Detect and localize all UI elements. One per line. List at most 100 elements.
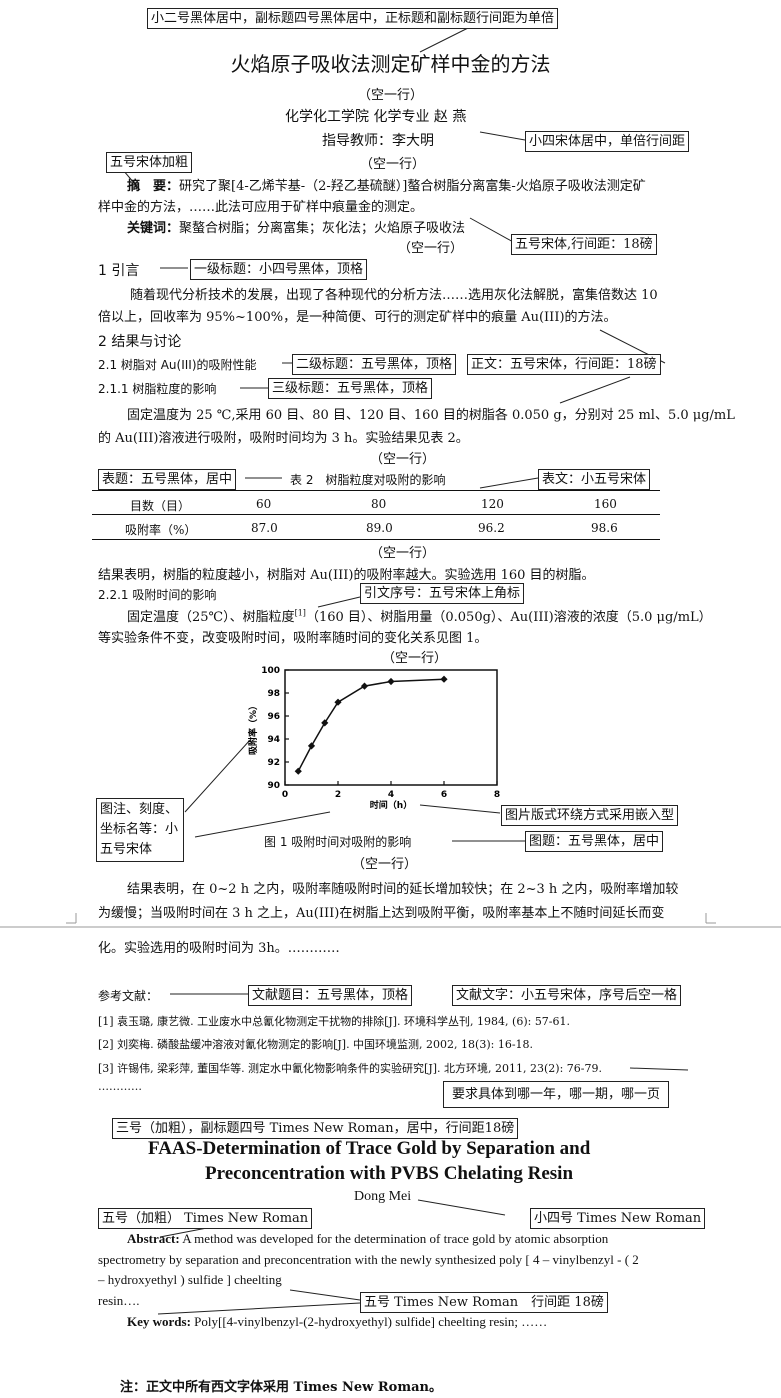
annotation-ref-detail-note: 要求具体到哪一年，哪一期，哪一页: [443, 1081, 670, 1108]
y-tick-label: 90: [267, 781, 280, 791]
section-2-1-heading: 2.1 树脂对 Au(III)的吸附性能: [98, 358, 257, 372]
series-line: [297, 678, 445, 772]
en-abstract-line-3: – hydroxyethyl ) sulfide ] cheelting: [98, 1272, 282, 1287]
blank-line: （空一行）: [352, 857, 418, 872]
result-2-2-1-line-3: 化。实验选用的吸附时间为 3h。…………: [98, 941, 340, 956]
blank-line: （空一行）: [370, 546, 436, 561]
en-abstract-line-1: Abstract: A method was developed for the…: [127, 1231, 608, 1247]
data-point-marker: [321, 719, 329, 727]
table-mid-rule: [92, 514, 660, 515]
y-tick-label: 92: [267, 758, 280, 768]
affiliation: 化学化工学院 化学专业 赵 燕: [285, 109, 467, 125]
table-row-label: 吸附率（%）: [125, 523, 197, 537]
en-author: Dong Mei: [354, 1189, 412, 1204]
para-2-2-1-line-1: 固定温度（25℃）、树脂粒度[1]（160 目）、树脂用量（0.050g）、Au…: [127, 606, 712, 625]
x-tick-label: 4: [388, 790, 394, 800]
reference-item: [3] 许锡伟, 梁彩萍, 董国华等. 测定水中氰化物影响条件的实验研究[J].…: [98, 1062, 603, 1075]
intro-line-2: 倍以上，回收率为 95%~100%，是一种简便、可行的测定矿样中的痕量 Au(I…: [98, 310, 617, 325]
para-2-1-1-line-1: 固定温度为 25 ℃,采用 60 目、80 目、120 目、160 目的树脂各 …: [127, 408, 735, 423]
en-keywords-text: Poly[[4-vinylbenzyl-(2-hydroxyethyl) sul…: [194, 1314, 548, 1329]
en-abstract-text: A method was developed for the determina…: [182, 1231, 609, 1246]
en-keywords-label: Key words:: [127, 1314, 191, 1329]
page-title: 火焰原子吸收法测定矿样中金的方法: [230, 52, 551, 76]
annotation-level3-heading: 三级标题：五号黑体，顶格: [268, 378, 433, 399]
annotation-table-title-style: 表题：五号黑体，居中: [98, 469, 237, 490]
keywords-line: 关键词：聚螯合树脂；分离富集；灰化法；火焰原子吸收法: [127, 217, 465, 236]
annotation-title-style: 小二号黑体居中，副标题四号黑体居中，正标题和副标题行间距为单倍: [147, 8, 559, 29]
annotation-level1-heading: 一级标题：小四号黑体，顶格: [190, 259, 368, 280]
data-point-marker: [307, 742, 316, 750]
data-point-marker: [440, 675, 448, 683]
table-cell: 160: [594, 497, 617, 511]
blank-line: （空一行）: [360, 157, 426, 172]
annotation-abstract-spacing: 五号宋体,行间距：18磅: [511, 234, 657, 255]
annotation-en-title-style: 三号（加粗），副标题四号 Times New Roman，居中，行间距18磅: [112, 1118, 519, 1139]
en-abstract-label: Abstract:: [127, 1231, 180, 1246]
en-abstract-line-4: resin….: [98, 1293, 140, 1308]
section-2-1-1-heading: 2.1.1 树脂粒度的影响: [98, 382, 217, 396]
en-abstract-line-2: spectrometry by separation and preconcen…: [98, 1252, 639, 1267]
result-2-2-1-line-1: 结果表明，在 0~2 h 之内，吸附率随吸附时间的延长增加较快；在 2~3 h …: [127, 882, 679, 897]
data-point-marker: [360, 682, 369, 690]
blank-line: （空一行）: [398, 241, 464, 256]
data-point-marker: [387, 677, 395, 686]
annotation-citation-style: 引文序号：五号宋体上角标: [360, 583, 525, 604]
annotation-figure-title-style: 图题：五号黑体，居中: [525, 831, 664, 852]
annotation-en-author-style: 小四号 Times New Roman: [530, 1208, 706, 1229]
annotation-ref-title-style: 文献题目：五号黑体，顶格: [248, 985, 413, 1006]
en-title-line-1: FAAS-Determination of Trace Gold by Sepa…: [148, 1138, 591, 1159]
reference-item: [1] 袁玉璐, 康艺微. 工业废水中总氰化物测定干扰物的排除[J]. 环境科学…: [98, 1015, 571, 1028]
annotation-figure-label-style: 图注、刻度、坐标名等：小五号宋体: [96, 798, 184, 862]
annotation-figure-wrap-style: 图片版式环绕方式采用嵌入型: [501, 805, 679, 826]
references-heading: 参考文献：: [98, 989, 159, 1003]
table-cell: 120: [481, 497, 504, 511]
para-text: （160 目）、树脂用量（0.050g）、Au(III)溶液的浓度（5.0 μg…: [305, 610, 712, 625]
section-1-heading: 1 引言: [98, 263, 140, 279]
table-cell: 96.2: [478, 521, 505, 535]
abstract-text: 研究了聚[4-乙烯苄基-（2-羟乙基硫醚）]螯合树脂分离富集-火焰原子吸收法测定…: [179, 179, 646, 194]
table-cell: 98.6: [591, 521, 618, 535]
data-point-marker: [334, 698, 342, 706]
x-tick-label: 6: [441, 790, 447, 800]
annotation-table-text-style: 表文：小五号宋体: [538, 469, 651, 490]
annotation-abstract-label-style: 五号宋体加粗: [106, 152, 193, 173]
abstract-line-2: 样中金的方法，……此法可应用于矿样中痕量金的测定。: [98, 200, 424, 215]
result-2-2-1-line-2: 为缓慢；当吸附时间在 3 h 之上，Au(III)在树脂上达到吸附平衡，吸附率基…: [98, 906, 665, 921]
annotation-level2-heading: 二级标题：五号黑体，顶格: [292, 354, 457, 375]
references-ellipsis: …………: [98, 1080, 142, 1093]
y-tick-label: 98: [267, 689, 280, 699]
para-2-2-1-line-2: 等实验条件不变，改变吸附时间，吸附率随时间的变化关系见图 1。: [98, 631, 488, 646]
section-2-heading: 2 结果与讨论: [98, 334, 182, 350]
result-2-1-1: 结果表明，树脂的粒度越小，树脂对 Au(III)的吸附率越大。实验选用 160 …: [98, 568, 595, 583]
table-cell: 89.0: [366, 521, 393, 535]
table-row-label: 目数（目）: [130, 499, 191, 513]
x-tick-label: 0: [282, 790, 288, 800]
advisor: 指导教师：李大明: [322, 133, 434, 149]
y-tick-label: 100: [261, 666, 280, 676]
x-tick-label: 8: [494, 790, 500, 800]
reference-item: [2] 刘奕梅. 磷酸盐缓冲溶液对氰化物测定的影响[J]. 中国环境监测, 20…: [98, 1038, 534, 1051]
keywords-label: 关键词：: [127, 221, 180, 236]
en-title-line-2: Preconcentration with PVBS Chelating Res…: [205, 1163, 574, 1184]
data-point-marker: [294, 767, 302, 775]
figure-caption: 图 1 吸附时间对吸附的影响: [264, 835, 412, 849]
para-2-1-1-line-2: 的 Au(III)溶液进行吸附，吸附时间均为 3 h。实验结果见表 2。: [98, 431, 469, 446]
annotation-en-body-style: 五号 Times New Roman 行间距 18磅: [360, 1292, 608, 1313]
annotation-ref-text-style: 文献文字：小五号宋体，序号后空一格: [452, 985, 682, 1006]
citation-superscript: [1]: [294, 608, 306, 618]
annotation-body-text-style: 正文：五号宋体，行间距：18磅: [467, 354, 661, 375]
y-axis-label: 吸附率（%）: [247, 701, 259, 755]
annotation-author-style: 小四宋体居中，单倍行间距: [525, 131, 690, 152]
table-cell: 87.0: [251, 521, 278, 535]
abstract-line-1: 摘 要：研究了聚[4-乙烯苄基-（2-羟乙基硫醚）]螯合树脂分离富集-火焰原子吸…: [127, 175, 646, 194]
footnote: 注：正文中所有西文字体采用 Times New Roman。: [120, 1380, 442, 1395]
section-2-2-1-heading: 2.2.1 吸附时间的影响: [98, 588, 217, 602]
blank-line: （空一行）: [357, 88, 423, 103]
table-caption: 表 2 树脂粒度对吸附的影响: [290, 473, 446, 487]
table-bottom-rule: [92, 539, 660, 540]
x-axis-label: 时间（h）: [370, 799, 412, 811]
keywords-text: 聚螯合树脂；分离富集；灰化法；火焰原子吸收法: [179, 221, 466, 236]
abstract-label: 摘 要：: [127, 179, 180, 194]
x-tick-label: 2: [335, 790, 341, 800]
table-cell: 80: [371, 497, 387, 511]
